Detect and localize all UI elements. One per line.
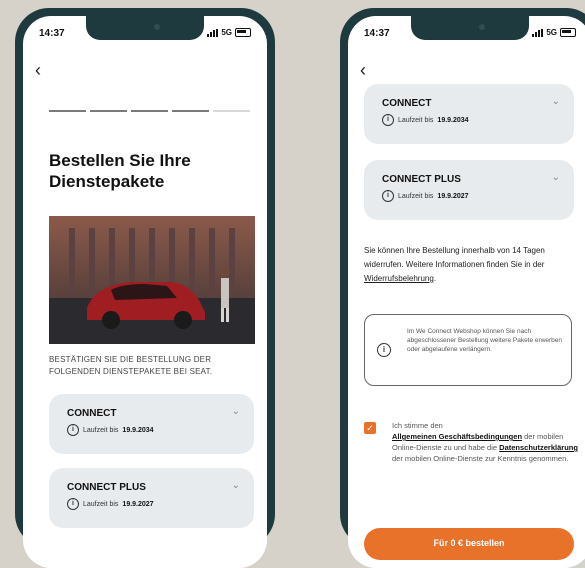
runtime-date: 19.9.2034 — [122, 426, 154, 434]
info-icon: i — [382, 114, 394, 126]
chevron-down-icon[interactable]: ⌄ — [552, 96, 560, 107]
progress-steps — [49, 110, 250, 112]
network-label: 5G — [221, 28, 232, 37]
status-bar: 14:37 5G — [348, 28, 585, 44]
chevron-down-icon[interactable]: ⌄ — [232, 406, 240, 417]
webshop-info-text: Im We Connect Webshop können Sie nach ab… — [407, 328, 563, 353]
car-photo — [49, 216, 255, 344]
runtime-date: 19.9.2027 — [437, 192, 469, 200]
webshop-info-box: i Im We Connect Webshop können Sie nach … — [364, 314, 572, 386]
package-name: CONNECT — [67, 408, 117, 419]
runtime-label: Laufzeit bis — [83, 426, 119, 434]
network-label: 5G — [546, 28, 557, 37]
status-bar: 14:37 5G — [23, 28, 267, 44]
screen-left: 14:37 5G ‹ Bestellen Sie Ihre Dienstepak… — [23, 16, 267, 568]
privacy-link[interactable]: Datenschutzerklärung — [499, 443, 578, 452]
package-card-connect[interactable]: CONNECT i Laufzeit bis 19.9.2034 ⌄ — [49, 394, 254, 454]
back-chevron-icon[interactable]: ‹ — [360, 60, 366, 81]
package-card-connect-plus[interactable]: CONNECT PLUS i Laufzeit bis 19.9.2027 ⌄ — [364, 160, 574, 220]
runtime-date: 19.9.2034 — [437, 116, 469, 124]
terms-link[interactable]: Allgemeinen Geschäftsbedingungen — [392, 432, 522, 441]
battery-icon — [560, 28, 576, 37]
status-time: 14:37 — [364, 28, 390, 39]
chevron-down-icon[interactable]: ⌄ — [552, 172, 560, 183]
runtime-date: 19.9.2027 — [122, 500, 154, 508]
order-button[interactable]: Für 0 € bestellen — [364, 528, 574, 560]
phone-right: 14:37 5G ‹ CONNECT i Laufzeit bis 19.9.2… — [340, 8, 585, 568]
info-icon: i — [382, 190, 394, 202]
back-chevron-icon[interactable]: ‹ — [35, 60, 41, 81]
status-time: 14:37 — [39, 28, 65, 39]
withdrawal-notice: Sie können Ihre Bestellung innerhalb von… — [364, 246, 545, 283]
package-name: CONNECT PLUS — [67, 482, 146, 493]
info-icon: i — [67, 498, 79, 510]
runtime-label: Laufzeit bis — [83, 500, 119, 508]
phone-left: 14:37 5G ‹ Bestellen Sie Ihre Dienstepak… — [15, 8, 275, 568]
battery-icon — [235, 28, 251, 37]
info-icon: i — [377, 343, 391, 357]
signal-icon — [532, 28, 544, 37]
runtime-label: Laufzeit bis — [398, 192, 434, 200]
instruction-text: BESTÄTIGEN SIE DIE BESTELLUNG DER FOLGEN… — [49, 355, 213, 376]
runtime-label: Laufzeit bis — [398, 116, 434, 124]
package-card-connect[interactable]: CONNECT i Laufzeit bis 19.9.2034 ⌄ — [364, 84, 574, 144]
consent-text: Ich stimme den Allgemeinen Geschäftsbedi… — [392, 421, 578, 463]
signal-icon — [207, 28, 219, 37]
package-name: CONNECT PLUS — [382, 174, 461, 185]
chevron-down-icon[interactable]: ⌄ — [232, 480, 240, 491]
info-icon: i — [67, 424, 79, 436]
package-name: CONNECT — [382, 98, 432, 109]
package-card-connect-plus[interactable]: CONNECT PLUS i Laufzeit bis 19.9.2027 ⌄ — [49, 468, 254, 528]
page-title: Bestellen Sie Ihre Dienstepakete — [49, 151, 191, 191]
checkmark-icon: ✓ — [366, 423, 374, 433]
withdrawal-link[interactable]: Widerrufsbelehrung — [364, 274, 434, 283]
screen-right: 14:37 5G ‹ CONNECT i Laufzeit bis 19.9.2… — [348, 16, 585, 568]
consent-checkbox[interactable]: ✓ — [364, 422, 376, 434]
